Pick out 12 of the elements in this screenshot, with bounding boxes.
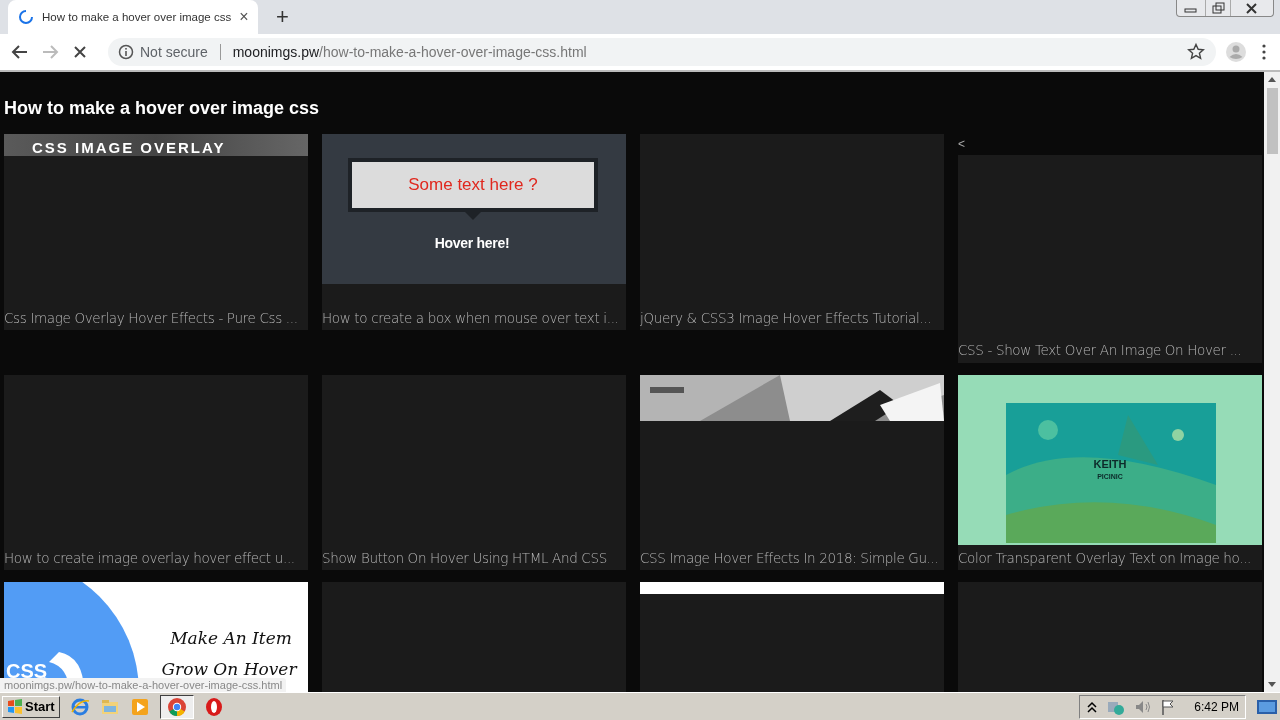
security-label: Not secure [140,44,208,60]
page-heading: How to make a hover over image css [4,97,321,120]
banner-text: CSS IMAGE OVERLAY [32,139,226,156]
tab-title: How to make a hover over image css [42,11,232,23]
overlay-title: KEITH [1092,458,1128,470]
url-tooltip: moonimgs.pw/how-to-make-a-hover-over-image-css.html [0,678,287,692]
thumbnail-text: Make An Item [169,628,293,648]
thumbnail-text: Grow On Hover [160,659,299,679]
clock: 6:42 PM [1194,699,1239,714]
url-text: moonimgs.pw/how-to-make-a-hover-over-image-css.html [232,44,587,60]
hover-label: Hover here! [433,235,511,251]
tooltip-text: Some text here ? [408,175,538,195]
